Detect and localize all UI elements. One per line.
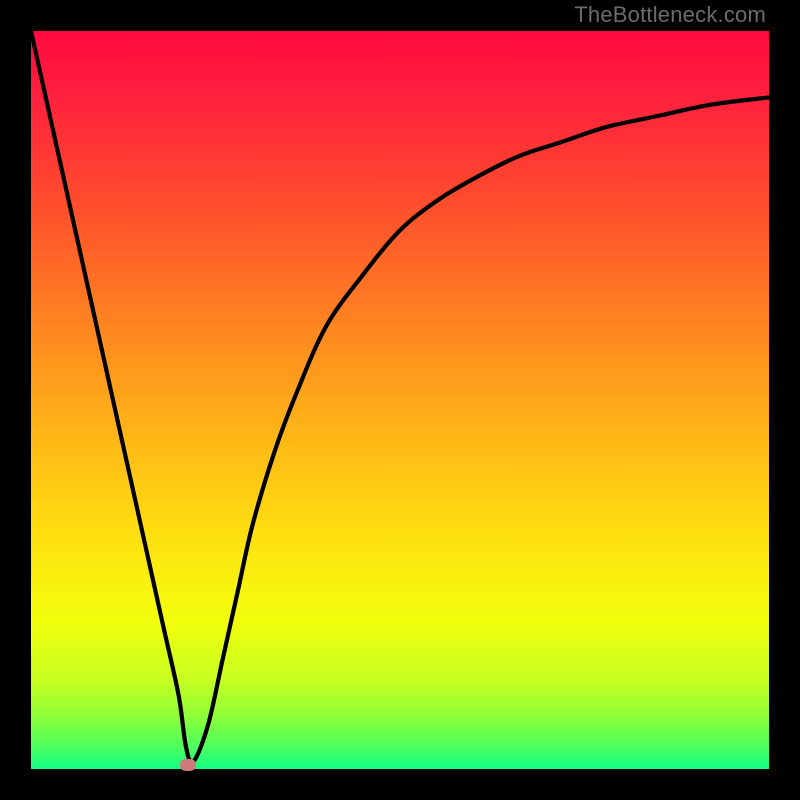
optimal-marker bbox=[180, 759, 196, 771]
chart-frame: TheBottleneck.com bbox=[0, 0, 800, 800]
plot-area bbox=[31, 31, 769, 769]
bottleneck-curve bbox=[31, 31, 769, 769]
watermark-text: TheBottleneck.com bbox=[574, 2, 766, 28]
